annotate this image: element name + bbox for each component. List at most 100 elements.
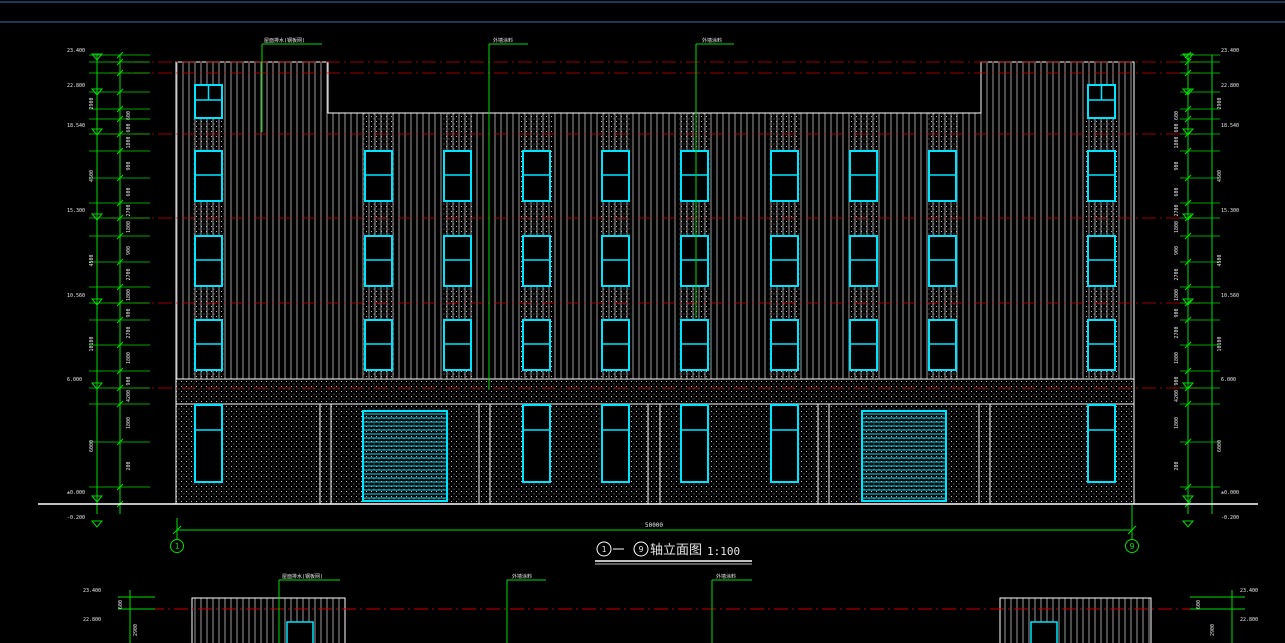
window-frame bbox=[194, 235, 223, 287]
dim-value: 600 bbox=[1174, 123, 1180, 132]
window-frame bbox=[364, 150, 393, 202]
dim-value: 600 bbox=[126, 111, 132, 120]
leader-center-2-text: 外墙涂料 bbox=[702, 37, 722, 44]
axis-bubble-left-text: 1 bbox=[175, 542, 180, 551]
window-frame bbox=[443, 150, 472, 202]
elevation-mark: 23.400 bbox=[67, 48, 85, 54]
window bbox=[928, 150, 957, 202]
elevation-mark: 15.300 bbox=[1221, 208, 1239, 214]
dim-value: 4200 bbox=[1174, 390, 1180, 402]
window-frame bbox=[680, 319, 709, 371]
window-frame bbox=[601, 319, 630, 371]
window bbox=[680, 235, 709, 287]
window bbox=[1087, 235, 1116, 287]
window bbox=[601, 235, 630, 287]
dim-value: 1800 bbox=[126, 221, 132, 233]
dim-outer-value: 10100 bbox=[1217, 336, 1223, 351]
bottom-dim-right-1: 600 bbox=[1196, 600, 1202, 609]
dim-value: 1800 bbox=[1174, 417, 1180, 429]
window-frame bbox=[849, 319, 878, 371]
window-frame bbox=[443, 319, 472, 371]
top-window bbox=[1087, 84, 1116, 119]
dim-value: 200 bbox=[126, 461, 132, 470]
elevation-triangle bbox=[90, 520, 104, 528]
window-frame bbox=[770, 404, 799, 483]
dim-value: 600 bbox=[126, 187, 132, 196]
window-frame bbox=[680, 404, 709, 483]
drawing-title: 1 9 轴立面图 1:100 bbox=[595, 541, 752, 565]
elevation-mark: 23.400 bbox=[1221, 48, 1239, 54]
floor-band bbox=[175, 378, 1135, 405]
window-frame bbox=[1087, 319, 1116, 371]
window bbox=[364, 319, 393, 371]
window-frame bbox=[194, 319, 223, 371]
window-frame bbox=[1087, 235, 1116, 287]
dim-value: 600 bbox=[1174, 111, 1180, 120]
title-axis-start: 1 bbox=[602, 545, 607, 554]
dim-value: 900 bbox=[126, 376, 132, 385]
window-frame bbox=[849, 235, 878, 287]
window bbox=[680, 319, 709, 371]
roller-door bbox=[362, 410, 448, 502]
roller-door bbox=[861, 410, 947, 502]
dim-value: 1800 bbox=[1174, 221, 1180, 233]
window-frame bbox=[928, 319, 957, 371]
dim-value: 1800 bbox=[126, 289, 132, 301]
overall-dimension-text: 50000 bbox=[645, 522, 663, 529]
bottom-leader-left-text: 屋面排水(钢板网) bbox=[282, 573, 323, 580]
window-frame bbox=[601, 150, 630, 202]
window-frame bbox=[680, 235, 709, 287]
bottom-elev-left-1: 23.400 bbox=[83, 588, 101, 594]
window-frame bbox=[849, 150, 878, 202]
dim-outer-value: 10100 bbox=[89, 336, 95, 351]
window bbox=[522, 319, 551, 371]
elevation-mark: 18.540 bbox=[1221, 123, 1239, 129]
elevation-mark: 10.560 bbox=[1221, 293, 1239, 299]
title-scale: 1:100 bbox=[707, 545, 740, 558]
window bbox=[194, 235, 223, 287]
window-frame bbox=[770, 319, 799, 371]
leader-left-text: 屋面排水(钢板网) bbox=[264, 37, 305, 44]
dim-outer-value: 4500 bbox=[89, 170, 95, 182]
dim-value: 900 bbox=[1174, 161, 1180, 170]
elevation-drawing: 600 600 1800 900 600 2700 1800 900 2700 1800 900 27… bbox=[0, 1, 1285, 643]
window bbox=[928, 235, 957, 287]
title-axis-end: 9 bbox=[639, 545, 644, 554]
dim-outer-value: 6000 bbox=[1217, 440, 1223, 452]
bottom-dim-right-2: 2900 bbox=[1210, 624, 1216, 636]
dim-value: 900 bbox=[126, 161, 132, 170]
window-frame bbox=[1087, 150, 1116, 202]
dim-outer-value: 6000 bbox=[89, 440, 95, 452]
window bbox=[928, 319, 957, 371]
axis-bubble-right: 9 bbox=[1125, 539, 1139, 553]
overall-dimension: 50000 bbox=[172, 505, 1137, 540]
ground-window bbox=[680, 404, 709, 483]
title-text: 轴立面图 bbox=[650, 543, 702, 558]
dim-value: 900 bbox=[1174, 246, 1180, 255]
window-frame bbox=[522, 150, 551, 202]
dim-value: 900 bbox=[126, 308, 132, 317]
bottom-elev-right-2: 22.800 bbox=[1240, 617, 1258, 623]
elevation-mark: 22.800 bbox=[67, 83, 85, 89]
window-frame bbox=[522, 235, 551, 287]
facade bbox=[175, 61, 1135, 505]
window-frame bbox=[928, 235, 957, 287]
ground-window bbox=[522, 404, 551, 483]
bottom-leader-center-1-text: 外墙涂料 bbox=[512, 573, 532, 580]
window-frame bbox=[194, 404, 223, 483]
dim-value: 1800 bbox=[126, 136, 132, 148]
window bbox=[849, 235, 878, 287]
dim-value: 2700 bbox=[1174, 268, 1180, 280]
bottom-leader-center-2-text: 外墙涂料 bbox=[716, 573, 736, 580]
window-frame bbox=[1087, 404, 1116, 483]
dim-value: 600 bbox=[126, 123, 132, 132]
dim-outer-value: 4500 bbox=[1217, 170, 1223, 182]
bottom-elev-right-1: 23.400 bbox=[1240, 588, 1258, 594]
window-frame bbox=[522, 319, 551, 371]
dim-value: 2700 bbox=[1174, 326, 1180, 338]
window bbox=[770, 319, 799, 371]
window-frame bbox=[364, 235, 393, 287]
window bbox=[364, 150, 393, 202]
elevation-mark: ±0.000 bbox=[67, 490, 85, 496]
dim-outer-value: 4500 bbox=[89, 254, 95, 266]
